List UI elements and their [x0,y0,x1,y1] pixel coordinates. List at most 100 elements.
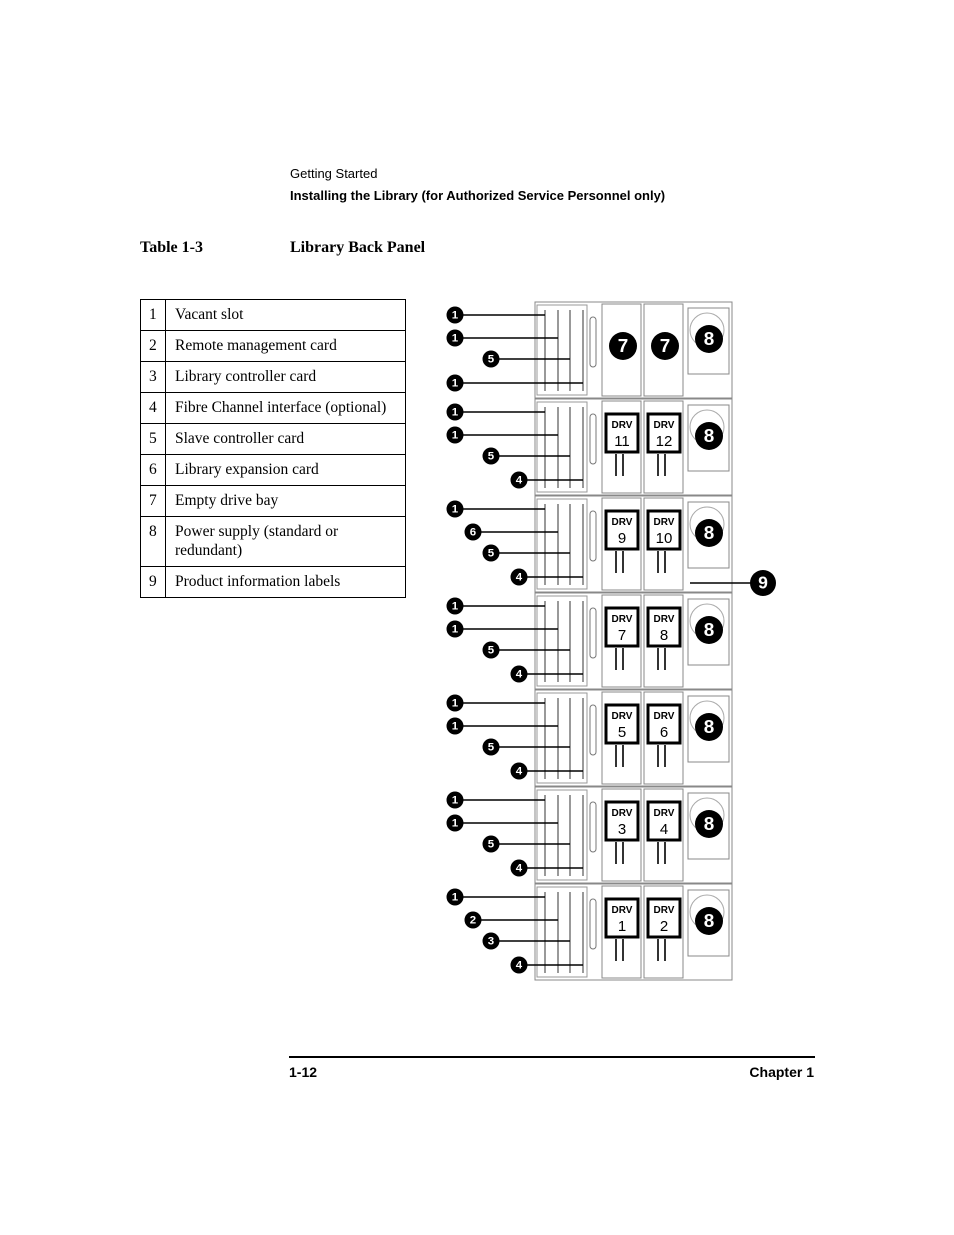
callout-number: 1 [452,818,459,830]
slot-callout: 1 [446,329,464,347]
callout-number: 7 [660,336,671,357]
drive-number: 1 [618,918,626,935]
callout-number: 1 [452,795,459,807]
slot-callout: 4 [510,471,528,489]
callout-number: 5 [488,451,495,463]
drive-prefix: DRV [654,420,675,431]
empty-bay-callout: 7 [609,332,637,360]
callout-number: 7 [618,336,629,357]
power-supply-callout: 8 [695,519,723,547]
slot-callout: 5 [482,738,500,756]
power-supply-callout: 8 [695,325,723,353]
callout-number: 3 [488,936,494,948]
slot-callout: 4 [510,956,528,974]
slot-callout: 1 [446,374,464,392]
drive-number: 11 [614,433,630,450]
drive-prefix: DRV [612,711,633,722]
slot-callout: 1 [446,717,464,735]
drive-number: 9 [618,530,626,547]
callout-number: 6 [470,527,476,539]
drive-prefix: DRV [612,614,633,625]
drive-prefix: DRV [654,517,675,528]
callout-number: 8 [704,717,715,738]
drive-number: 7 [618,627,626,644]
chapter-label: Chapter 1 [749,1064,814,1080]
footer-rule [289,1056,815,1058]
callout-number: 1 [452,624,459,636]
callout-number: 4 [516,766,523,778]
callout-number: 4 [516,960,523,972]
page-number: 1-12 [289,1064,318,1080]
callout-number: 8 [704,911,715,932]
slot-callout: 5 [482,641,500,659]
slot-callout: 5 [482,350,500,368]
slot-callout: 1 [446,403,464,421]
callout-number: 8 [704,426,715,447]
drive-prefix: DRV [612,420,633,431]
drive-prefix: DRV [612,517,633,528]
callout-number: 1 [452,310,459,322]
callout-number: 1 [452,407,459,419]
callout-number: 4 [516,475,523,487]
callout-number: 1 [452,698,459,710]
drive-prefix: DRV [654,808,675,819]
slot-callout: 1 [446,814,464,832]
slot-callout: 1 [446,620,464,638]
callout-number: 1 [452,504,459,516]
slot-callout: 1 [446,597,464,615]
callout-number: 4 [516,863,523,875]
callout-number: 1 [452,892,459,904]
library-back-panel-diagram: 7 7 81151DRV11DRV12 81154DRV9DRV10 81654DRV7… [446,301,776,981]
callout-number: 5 [488,839,495,851]
slot-callout: 4 [510,762,528,780]
drive-prefix: DRV [654,905,675,916]
drive-number: 6 [660,724,668,741]
callout-number: 1 [452,333,459,345]
callout-number: 5 [488,548,495,560]
callout-number: 4 [516,572,523,584]
drive-prefix: DRV [654,614,675,625]
slot-callout: 3 [482,932,500,950]
slot-callout: 1 [446,791,464,809]
slot-callout: 2 [464,911,482,929]
callout-number: 8 [704,523,715,544]
slot-callout: 4 [510,665,528,683]
drive-number: 10 [656,530,673,547]
callout-number: 8 [704,329,715,350]
empty-bay-callout: 7 [651,332,679,360]
power-supply-callout: 8 [695,713,723,741]
slot-callout: 5 [482,447,500,465]
slot-callout: 5 [482,544,500,562]
drive-number: 5 [618,724,626,741]
callout-number: 9 [758,572,768,592]
slot-callout: 1 [446,888,464,906]
callout-number: 8 [704,620,715,641]
callout-number: 2 [470,915,476,927]
callout-number: 4 [516,669,523,681]
power-supply-callout: 8 [695,907,723,935]
slot-callout: 1 [446,306,464,324]
slot-callout: 1 [446,694,464,712]
drive-number: 3 [618,821,626,838]
callout-number: 1 [452,378,459,390]
drive-number: 4 [660,821,668,838]
drive-prefix: DRV [612,905,633,916]
drive-number: 2 [660,918,668,935]
power-supply-callout: 8 [695,810,723,838]
power-supply-callout: 8 [695,422,723,450]
slot-callout: 5 [482,835,500,853]
slot-callout: 4 [510,859,528,877]
slot-callout: 4 [510,568,528,586]
drive-prefix: DRV [654,711,675,722]
slot-callout: 1 [446,426,464,444]
callout-number: 5 [488,742,495,754]
drive-number: 12 [656,433,673,450]
callout-number: 1 [452,430,459,442]
callout-number: 1 [452,601,459,613]
power-supply-callout: 8 [695,616,723,644]
callout-number: 8 [704,814,715,835]
slot-callout: 1 [446,500,464,518]
callout-number: 5 [488,645,495,657]
callout-number: 5 [488,354,495,366]
callout-number: 1 [452,721,459,733]
